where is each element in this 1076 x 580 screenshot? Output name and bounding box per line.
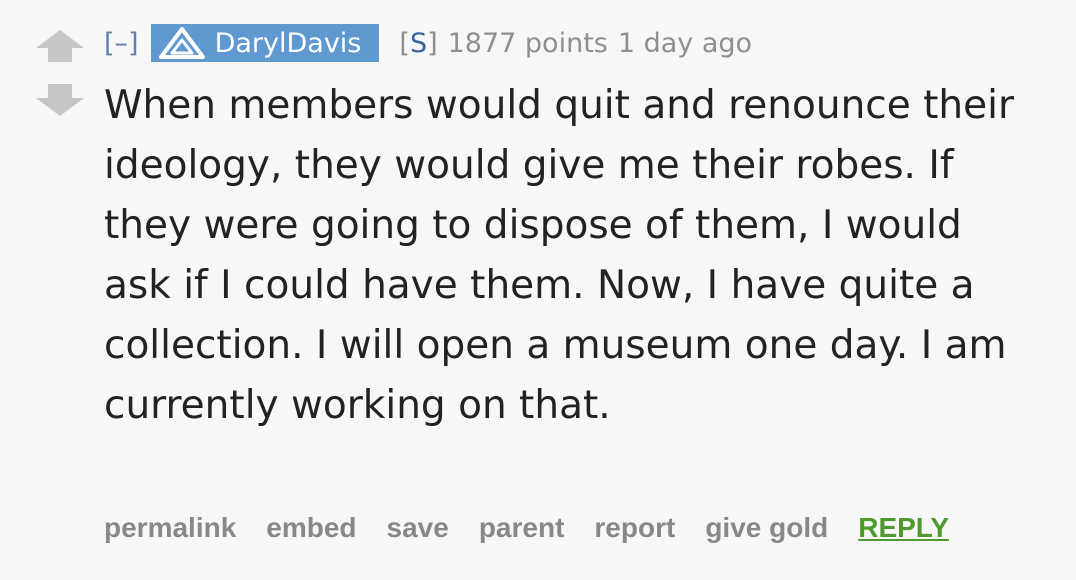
reply-button[interactable]: REPLY (858, 512, 949, 544)
save-button[interactable]: save (387, 512, 449, 544)
comment-actions: permalink embed save parent report give … (104, 512, 949, 544)
comment-time: 1 day ago (617, 27, 753, 59)
permalink-button[interactable]: permalink (104, 512, 236, 544)
downvote-arrow-icon[interactable] (36, 84, 84, 116)
author-link[interactable]: DarylDavis (150, 24, 380, 62)
submitter-bracket-open: [ (399, 27, 410, 59)
collapse-toggle[interactable]: [–] (104, 28, 139, 59)
submitter-bracket-close: ] (427, 27, 438, 59)
submitter-tag: [S] (399, 28, 437, 59)
report-button[interactable]: report (594, 512, 675, 544)
author-name: DarylDavis (214, 27, 362, 59)
give-gold-button[interactable]: give gold (705, 512, 828, 544)
comment-score: 1877 points (447, 27, 608, 59)
parent-button[interactable]: parent (479, 512, 565, 544)
admin-shield-icon (158, 27, 205, 59)
comment-body: When members would quit and renounce the… (104, 83, 1014, 428)
comment-tagline: [–] DarylDavis [S] 1877 points 1 day ago (104, 22, 752, 64)
embed-button[interactable]: embed (266, 512, 356, 544)
upvote-arrow-icon[interactable] (36, 30, 84, 62)
submitter-link[interactable]: S (410, 28, 427, 59)
